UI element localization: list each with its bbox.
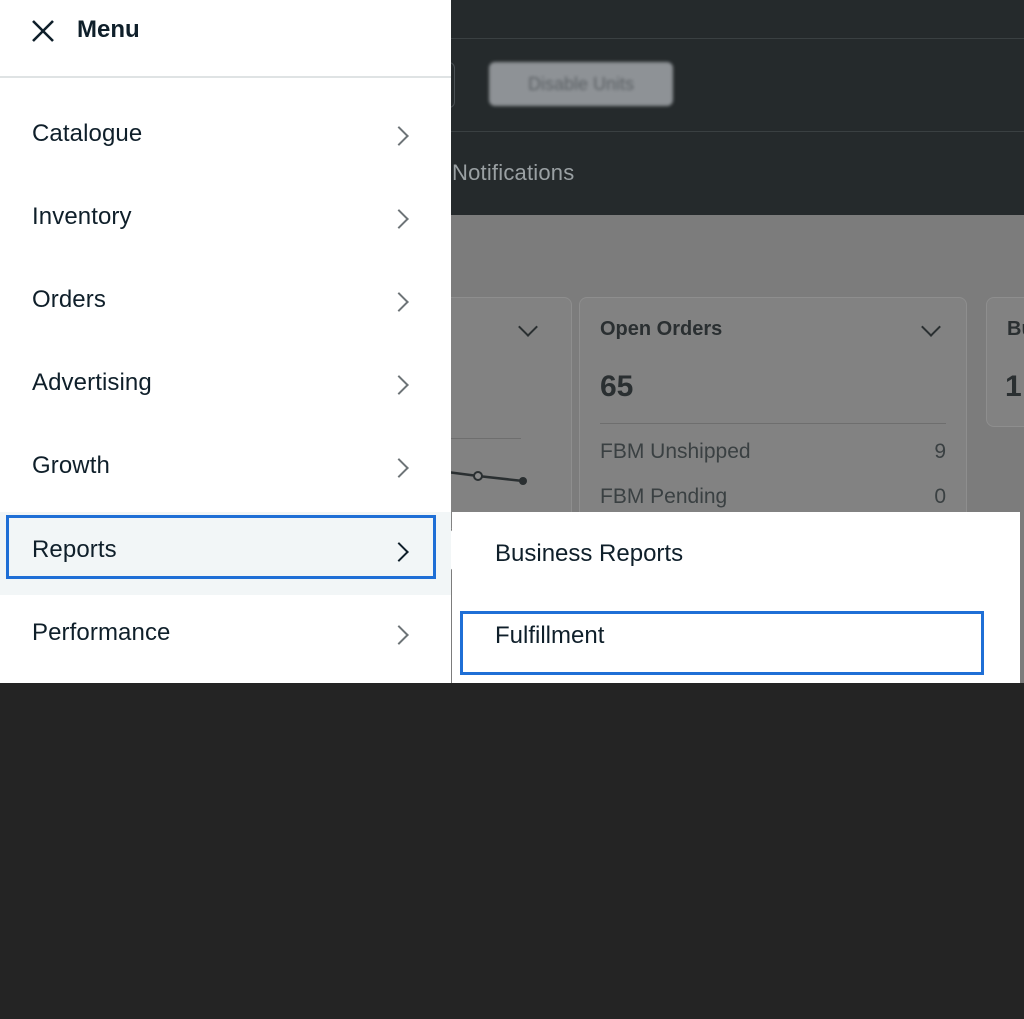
menu-item-label: Orders <box>32 286 106 313</box>
menu-header: Menu <box>0 0 451 78</box>
menu-item-label: Performance <box>32 619 171 646</box>
open-orders-card: Open Orders 65 FBM Unshipped 9 FBM Pendi… <box>579 297 967 529</box>
submenu-item-label: Business Reports <box>495 540 684 567</box>
submenu-item-label: Fulfillment <box>495 622 605 649</box>
row-value: 0 <box>934 485 946 508</box>
chevron-right-icon <box>389 542 409 562</box>
row-value: 9 <box>934 440 946 463</box>
menu-title: Menu <box>77 16 140 43</box>
row-label: FBM Pending <box>600 485 728 508</box>
submenu-item-business-reports[interactable]: Business Reports <box>452 512 1020 592</box>
card-value: 65 <box>600 370 634 403</box>
menu-item-performance[interactable]: Performance <box>0 595 451 678</box>
blurred-button: Disable Units <box>489 62 673 106</box>
chevron-right-icon <box>389 126 409 146</box>
chevron-down-icon <box>518 317 538 337</box>
menu-item-catalogue[interactable]: Catalogue <box>0 96 451 179</box>
menu-item-label: Reports <box>32 536 117 563</box>
menu-item-label: Growth <box>32 452 110 479</box>
reports-submenu: Business Reports Fulfillment <box>452 512 1020 683</box>
card-title: Bu <box>1007 318 1024 340</box>
chevron-down-icon <box>921 317 941 337</box>
chevron-right-icon <box>389 209 409 229</box>
menu-item-label: Inventory <box>32 203 132 230</box>
chevron-right-icon <box>389 458 409 478</box>
card-row-fbm-pending: FBM Pending 0 <box>600 485 946 509</box>
row-label: FBM Unshipped <box>600 440 751 463</box>
menu-item-advertising[interactable]: Advertising <box>0 345 451 428</box>
chevron-right-icon <box>389 292 409 312</box>
menu-item-growth[interactable]: Growth <box>0 428 451 511</box>
card-row-fbm-unshipped: FBM Unshipped 9 <box>600 440 946 464</box>
menu-item-label: Advertising <box>32 369 152 396</box>
submenu-item-fulfillment[interactable]: Fulfillment <box>452 600 1020 680</box>
chevron-right-icon <box>389 375 409 395</box>
menu-item-reports[interactable]: Reports <box>0 512 451 595</box>
close-icon[interactable] <box>30 18 56 44</box>
card-divider <box>600 423 946 424</box>
card-value: 1 <box>1005 370 1022 403</box>
chevron-right-icon <box>389 625 409 645</box>
card-title: Open Orders <box>600 318 723 340</box>
menu-item-inventory[interactable]: Inventory <box>0 179 451 262</box>
nav-tab-notifications: Notifications <box>452 160 575 185</box>
side-menu: Menu Catalogue Inventory Orders Advertis… <box>0 0 451 683</box>
menu-item-orders[interactable]: Orders <box>0 262 451 345</box>
partial-card: Bu 1 <box>986 297 1024 427</box>
menu-item-label: Catalogue <box>32 120 143 147</box>
